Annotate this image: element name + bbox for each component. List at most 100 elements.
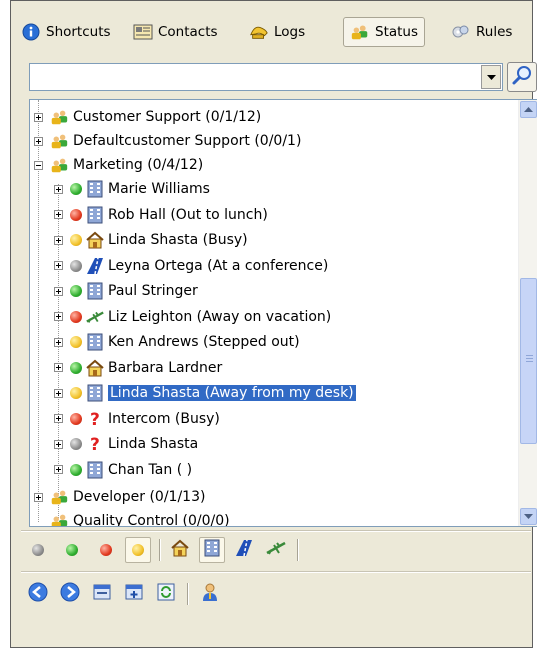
expand-icon[interactable] [54,337,63,347]
status-gray-icon [32,544,44,556]
group-label: Customer Support (0/1/12) [73,109,262,125]
action-toolbar [21,577,531,611]
forward-button[interactable] [57,581,83,607]
location-road-button[interactable] [231,537,257,563]
home-icon [170,539,190,561]
expand-icon[interactable] [54,261,63,270]
contact-name: Paul Stringer [108,283,198,299]
contact-row[interactable]: ? Linda Shasta [54,433,198,455]
expand-icon[interactable] [54,184,63,194]
view-tab-bar: Shortcuts Contacts Logs Status Rules [11,1,532,59]
group-icon [49,156,69,174]
location-vacation-button[interactable] [263,537,289,563]
tree-group-defaultcustomer-support[interactable]: Defaultcustomer Support (0/0/1) [34,130,301,152]
presence-green-icon [70,361,82,374]
location-home-button[interactable] [167,537,193,563]
expand-icon[interactable] [54,439,63,449]
tree-group-developer[interactable]: Developer (0/1/13) [34,486,205,508]
expand-icon[interactable] [54,363,63,372]
tab-logs[interactable]: Logs [243,19,311,45]
add-panel-button[interactable] [121,581,147,607]
scroll-down-button[interactable] [520,508,537,525]
expand-icon[interactable] [34,492,43,502]
tab-shortcuts-label: Shortcuts [46,24,111,40]
status-red-button[interactable] [93,537,119,563]
people-status-icon [350,23,370,41]
search-button[interactable] [507,62,537,92]
search-dropdown-button[interactable] [481,65,501,89]
tab-rules[interactable]: Rules [445,19,518,45]
tree-group-marketing[interactable]: Marketing (0/4/12) [34,154,203,176]
tab-shortcuts[interactable]: Shortcuts [15,19,117,45]
contact-row[interactable]: Linda Shasta (Away from my desk) [54,382,356,404]
tab-status-label: Status [375,24,419,40]
group-icon [49,488,69,506]
home-icon [85,359,105,377]
contact-row[interactable]: Linda Shasta (Busy) [54,229,248,251]
window-button[interactable] [89,581,115,607]
user-button[interactable] [197,581,223,607]
tree-group-quality-control[interactable]: Quality Control (0/0/0) [34,510,230,526]
scroll-down-icon [524,509,533,524]
search-combobox[interactable] [29,63,503,91]
expand-icon[interactable] [54,210,63,219]
contact-row[interactable]: Paul Stringer [54,280,198,302]
address-book-icon [133,23,153,41]
svg-text:?: ? [90,435,100,453]
contact-row[interactable]: Ken Andrews (Stepped out) [54,331,300,353]
expand-icon[interactable] [54,465,63,474]
dropdown-arrow-icon [486,70,496,85]
svg-text:?: ? [90,410,100,428]
contact-name: Liz Leighton (Away on vacation) [108,308,332,325]
status-yellow-button[interactable] [125,537,151,563]
expand-icon[interactable] [54,388,63,398]
contact-name: Linda Shasta (Away from my desk) [108,385,356,401]
tree-group-customer-support[interactable]: Customer Support (0/1/12) [34,106,261,128]
presence-yellow-icon [70,336,82,348]
contact-row[interactable]: Leyna Ortega (At a conference) [54,255,328,277]
expand-icon[interactable] [34,136,43,146]
expand-icon[interactable] [34,112,43,122]
expand-icon[interactable] [54,286,63,296]
scroll-up-button[interactable] [520,101,537,118]
presence-red-icon [70,412,82,425]
expand-icon[interactable] [54,235,63,245]
tree-scrollbar[interactable] [518,100,537,526]
tab-contacts[interactable]: Contacts [127,19,224,45]
contact-row[interactable]: Liz Leighton (Away on vacation) [54,306,331,328]
group-icon [49,512,69,526]
refresh-icon [156,583,176,605]
presence-gray-icon [70,259,82,272]
contact-row[interactable]: Barbara Lardner [54,357,222,379]
contact-name: Leyna Ortega (At a conference) [108,257,329,274]
back-button[interactable] [25,581,51,607]
contact-row[interactable]: ? Intercom (Busy) [54,408,220,430]
magnifier-icon [511,64,533,90]
add-panel-icon [124,583,144,605]
office-icon [85,384,105,402]
airplane-icon [265,539,287,561]
location-office-button[interactable] [199,537,225,563]
scroll-thumb[interactable] [520,278,537,444]
contact-row[interactable]: Marie Williams [54,178,210,200]
group-icon [49,108,69,126]
office-icon [85,333,105,351]
expand-icon[interactable] [54,312,63,321]
status-tree[interactable]: Customer Support (0/1/12) Defaultcustome… [29,99,537,527]
question-mark-icon: ? [85,410,105,428]
home-icon [85,231,105,249]
contact-name: Rob Hall (Out to lunch) [108,206,268,223]
contact-row[interactable]: Chan Tan ( ) [54,459,192,481]
status-gray-button[interactable] [25,537,51,563]
collapse-icon[interactable] [34,160,43,170]
group-label: Developer (0/1/13) [73,489,206,505]
contact-row[interactable]: Rob Hall (Out to lunch) [54,204,268,226]
presence-green-icon [70,463,82,476]
status-green-button[interactable] [59,537,85,563]
refresh-button[interactable] [153,581,179,607]
office-icon [85,461,105,479]
expand-icon[interactable] [54,414,63,423]
contact-name: Chan Tan ( ) [108,461,193,478]
tab-status[interactable]: Status [343,17,426,47]
back-arrow-icon [28,582,48,606]
